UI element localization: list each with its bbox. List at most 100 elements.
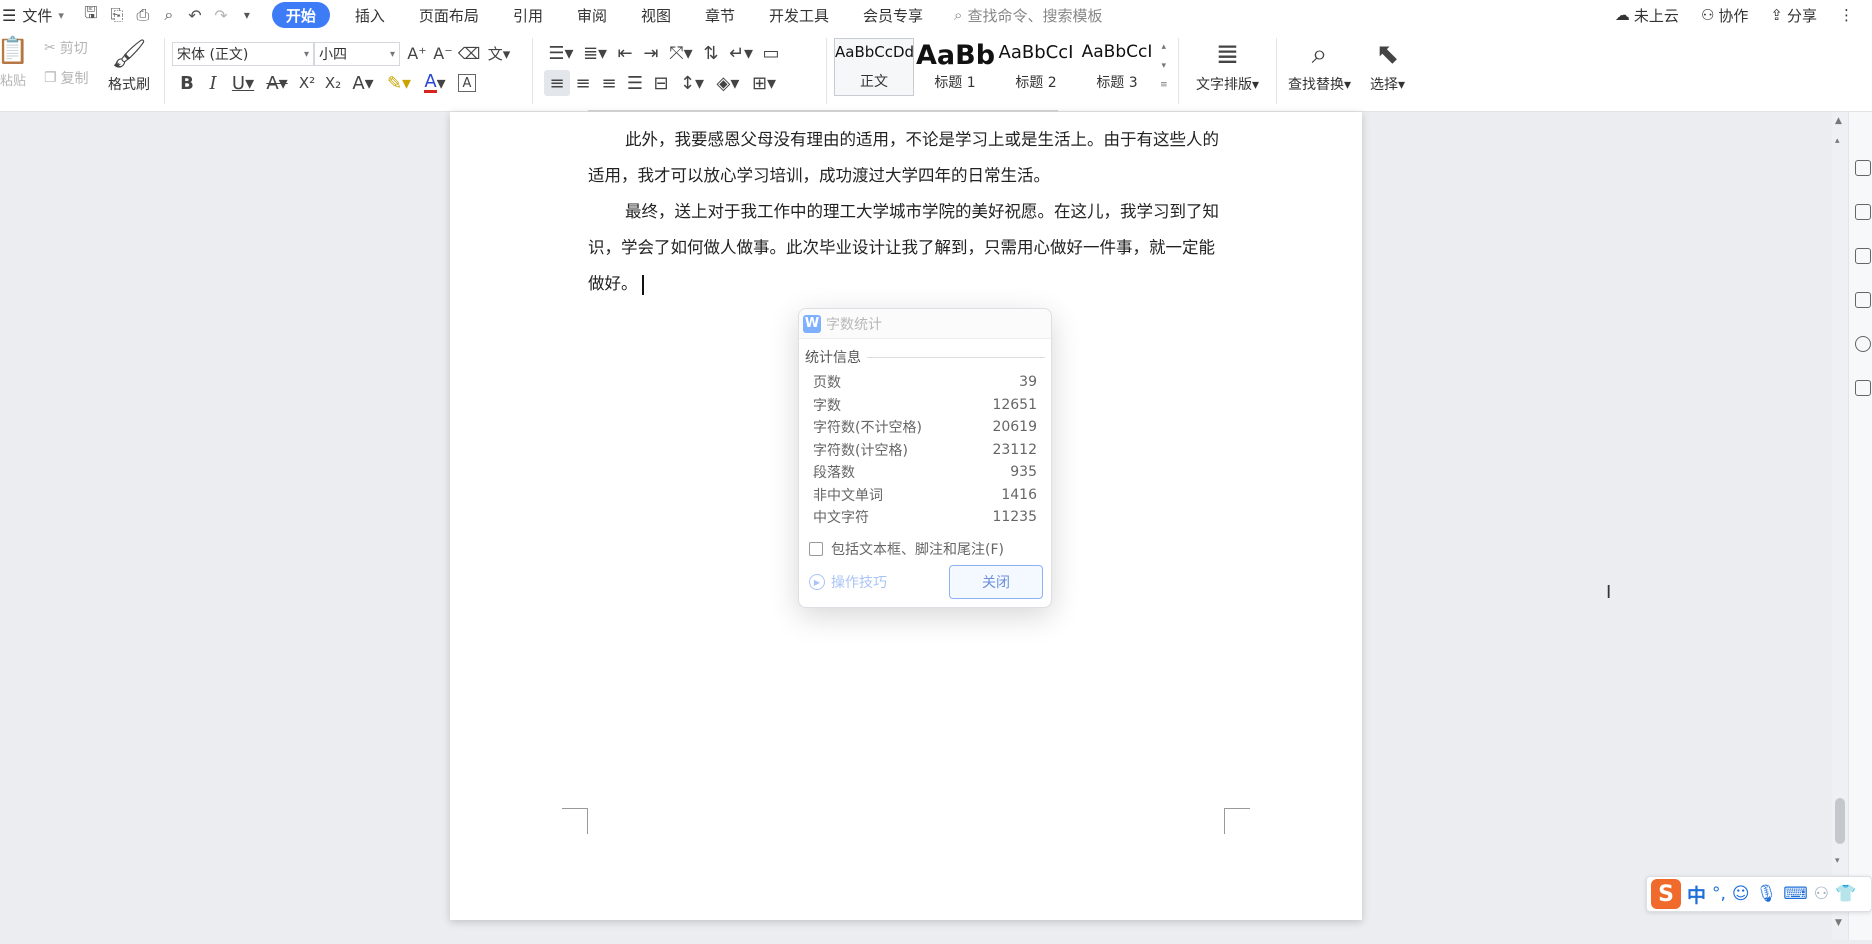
paste-button[interactable]: 📋 粘贴 xyxy=(0,34,29,89)
cloud-button[interactable]: ☁ 未上云 xyxy=(1615,5,1679,26)
redo-icon[interactable]: ↷ xyxy=(208,2,234,28)
superscript-icon[interactable]: X² xyxy=(294,70,320,96)
borders-icon[interactable]: ⊞▾ xyxy=(746,70,782,96)
style-preview: AaBbCcI xyxy=(998,42,1074,63)
show-marks-icon[interactable]: ↵▾ xyxy=(724,40,758,66)
stat-value: 39 xyxy=(1019,374,1037,391)
increase-indent-icon[interactable]: ⇥ xyxy=(638,40,664,66)
align-right-icon[interactable]: ≡ xyxy=(596,70,622,96)
numbered-list-icon[interactable]: ≣▾ xyxy=(578,40,612,66)
sogou-logo-icon[interactable]: S xyxy=(1651,879,1681,909)
distributed-icon[interactable]: ⊟ xyxy=(648,70,674,96)
microphone-icon[interactable]: 🎙 xyxy=(1756,884,1778,904)
rail-tool-icon[interactable] xyxy=(1855,380,1871,396)
tab-view[interactable]: 视图 xyxy=(624,0,688,30)
highlight-icon[interactable]: ✎▾ xyxy=(380,70,418,96)
format-painter-button[interactable]: 🖌 格式刷 xyxy=(108,34,150,94)
user-icon[interactable]: ⚇ xyxy=(1814,884,1829,904)
include-textbox-option[interactable]: 包括文本框、脚注和尾注(F) xyxy=(809,539,1051,559)
decrease-indent-icon[interactable]: ⇤ xyxy=(612,40,638,66)
scroll-down-icon[interactable]: ▼ xyxy=(1835,918,1842,928)
undo-icon[interactable]: ↶ xyxy=(182,2,208,28)
more-options-button[interactable]: ⋮ xyxy=(1839,6,1854,24)
copy-button[interactable]: ❐ 复制 xyxy=(44,68,89,88)
tips-link[interactable]: ▶ 操作技巧 xyxy=(809,572,887,592)
text-layout-button[interactable]: ≣ 文字排版▾ xyxy=(1196,34,1259,94)
sort-icon[interactable]: ⇅ xyxy=(698,40,724,66)
expand-icon: ≡ xyxy=(1160,80,1168,90)
font-color-icon[interactable]: A ▾ xyxy=(418,70,452,96)
divider xyxy=(1276,38,1277,104)
select-button[interactable]: ⬉ 选择▾ xyxy=(1370,34,1405,94)
stat-row: 字数 12651 xyxy=(799,394,1051,417)
keyboard-icon[interactable]: ⌨ xyxy=(1783,884,1808,904)
style-gallery-scroller[interactable]: ▴ ▾ ≡ xyxy=(1160,38,1168,95)
find-replace-button[interactable]: ⌕ 查找替换▾ xyxy=(1288,34,1351,94)
customize-toolbar-icon[interactable]: ▾ xyxy=(234,2,260,28)
include-textbox-checkbox[interactable] xyxy=(809,541,823,556)
export-pdf-icon[interactable]: ⎘ xyxy=(104,2,130,28)
align-left-icon[interactable]: ≡ xyxy=(544,70,570,96)
print-icon[interactable]: ⎙ xyxy=(130,2,156,28)
ime-mode-toggle[interactable]: 中 xyxy=(1687,881,1706,908)
rail-tool-icon[interactable] xyxy=(1855,248,1871,264)
subscript-icon[interactable]: X₂ xyxy=(320,70,346,96)
collab-button[interactable]: ⚇ 协作 xyxy=(1701,5,1748,26)
line-spacing-icon[interactable]: ↕▾ xyxy=(674,70,710,96)
text-effect-icon[interactable]: A▾ xyxy=(346,70,380,96)
rail-tool-icon[interactable] xyxy=(1855,336,1871,352)
shrink-font-icon[interactable]: A⁻ xyxy=(430,40,456,66)
style-normal[interactable]: AaBbCcDd 正文 xyxy=(834,38,914,96)
strikethrough-icon[interactable]: A▾ xyxy=(260,70,294,96)
dialog-title-bar[interactable]: W 字数统计 xyxy=(799,309,1051,339)
style-heading-3[interactable]: AaBbCcI 标题 3 xyxy=(1077,38,1157,96)
paragraph[interactable]: 最终，送上对于我工作中的理工大学城市学院的美好祝愿。在这儿，我学习到了知识，学会… xyxy=(588,194,1228,302)
bullet-list-icon[interactable]: ☰▾ xyxy=(544,40,578,66)
style-heading-1[interactable]: AaBb 标题 1 xyxy=(915,38,995,96)
style-name: 标题 2 xyxy=(1015,75,1057,91)
command-search[interactable]: ⌕ 查找命令、搜索模板 xyxy=(954,5,1102,26)
char-border-icon[interactable]: A xyxy=(458,74,476,92)
shading-icon[interactable]: ◈▾ xyxy=(710,70,746,96)
tab-section[interactable]: 章节 xyxy=(688,0,752,30)
ime-punctuation-toggle[interactable]: °, xyxy=(1712,884,1726,904)
scroll-down-icon[interactable]: ▾ xyxy=(1835,856,1840,866)
paragraph[interactable]: 此外，我要感恩父母没有理由的适用，不论是学习上或是生活上。由于有这些人的适用，我… xyxy=(588,122,1228,194)
share-button[interactable]: ⇪ 分享 xyxy=(1770,5,1817,26)
skin-icon[interactable]: 👕 xyxy=(1835,884,1856,904)
tab-home[interactable]: 开始 xyxy=(271,2,330,28)
cut-button[interactable]: ✂ 剪切 xyxy=(44,38,88,58)
tab-developer[interactable]: 开发工具 xyxy=(752,0,846,30)
close-button[interactable]: 关闭 xyxy=(949,565,1043,599)
scrollbar-thumb[interactable] xyxy=(1835,798,1845,844)
rail-tool-icon[interactable] xyxy=(1855,292,1871,308)
rail-tool-icon[interactable] xyxy=(1855,160,1871,176)
vertical-scrollbar[interactable]: ▲ ▴ ▾ ▼ xyxy=(1832,112,1848,940)
grow-font-icon[interactable]: A⁺ xyxy=(404,40,430,66)
ruler-icon[interactable]: ▭ xyxy=(758,40,784,66)
copy-label: 复制 xyxy=(60,71,89,87)
chinese-layout-icon[interactable]: ⤧▾ xyxy=(664,40,698,66)
align-center-icon[interactable]: ≡ xyxy=(570,70,596,96)
rail-tool-icon[interactable] xyxy=(1855,204,1871,220)
bold-icon[interactable]: B xyxy=(174,70,200,96)
tab-page-layout[interactable]: 页面布局 xyxy=(402,0,496,30)
tab-insert[interactable]: 插入 xyxy=(338,0,402,30)
print-preview-icon[interactable]: ⌕ xyxy=(156,2,182,28)
tab-review[interactable]: 审阅 xyxy=(560,0,624,30)
scroll-up-icon[interactable]: ▲ xyxy=(1835,116,1842,126)
tab-member[interactable]: 会员专享 xyxy=(846,0,940,30)
underline-icon[interactable]: U▾ xyxy=(226,70,260,96)
file-menu[interactable]: ☰ 文件 ▾ xyxy=(2,0,64,30)
save-icon[interactable]: 🖫 xyxy=(78,2,104,28)
phonetic-guide-icon[interactable]: 文▾ xyxy=(482,40,516,66)
scroll-up-icon[interactable]: ▴ xyxy=(1835,136,1840,146)
clear-format-icon[interactable]: ⌫ xyxy=(456,40,482,66)
justify-icon[interactable]: ☰ xyxy=(622,70,648,96)
style-heading-2[interactable]: AaBbCcI 标题 2 xyxy=(996,38,1076,96)
italic-icon[interactable]: I xyxy=(200,70,226,96)
emoji-icon[interactable]: ☺ xyxy=(1732,884,1750,904)
font-size-select[interactable]: 小四 ▾ xyxy=(314,42,400,66)
tab-references[interactable]: 引用 xyxy=(496,0,560,30)
font-name-select[interactable]: 宋体 (正文) ▾ xyxy=(172,42,314,66)
